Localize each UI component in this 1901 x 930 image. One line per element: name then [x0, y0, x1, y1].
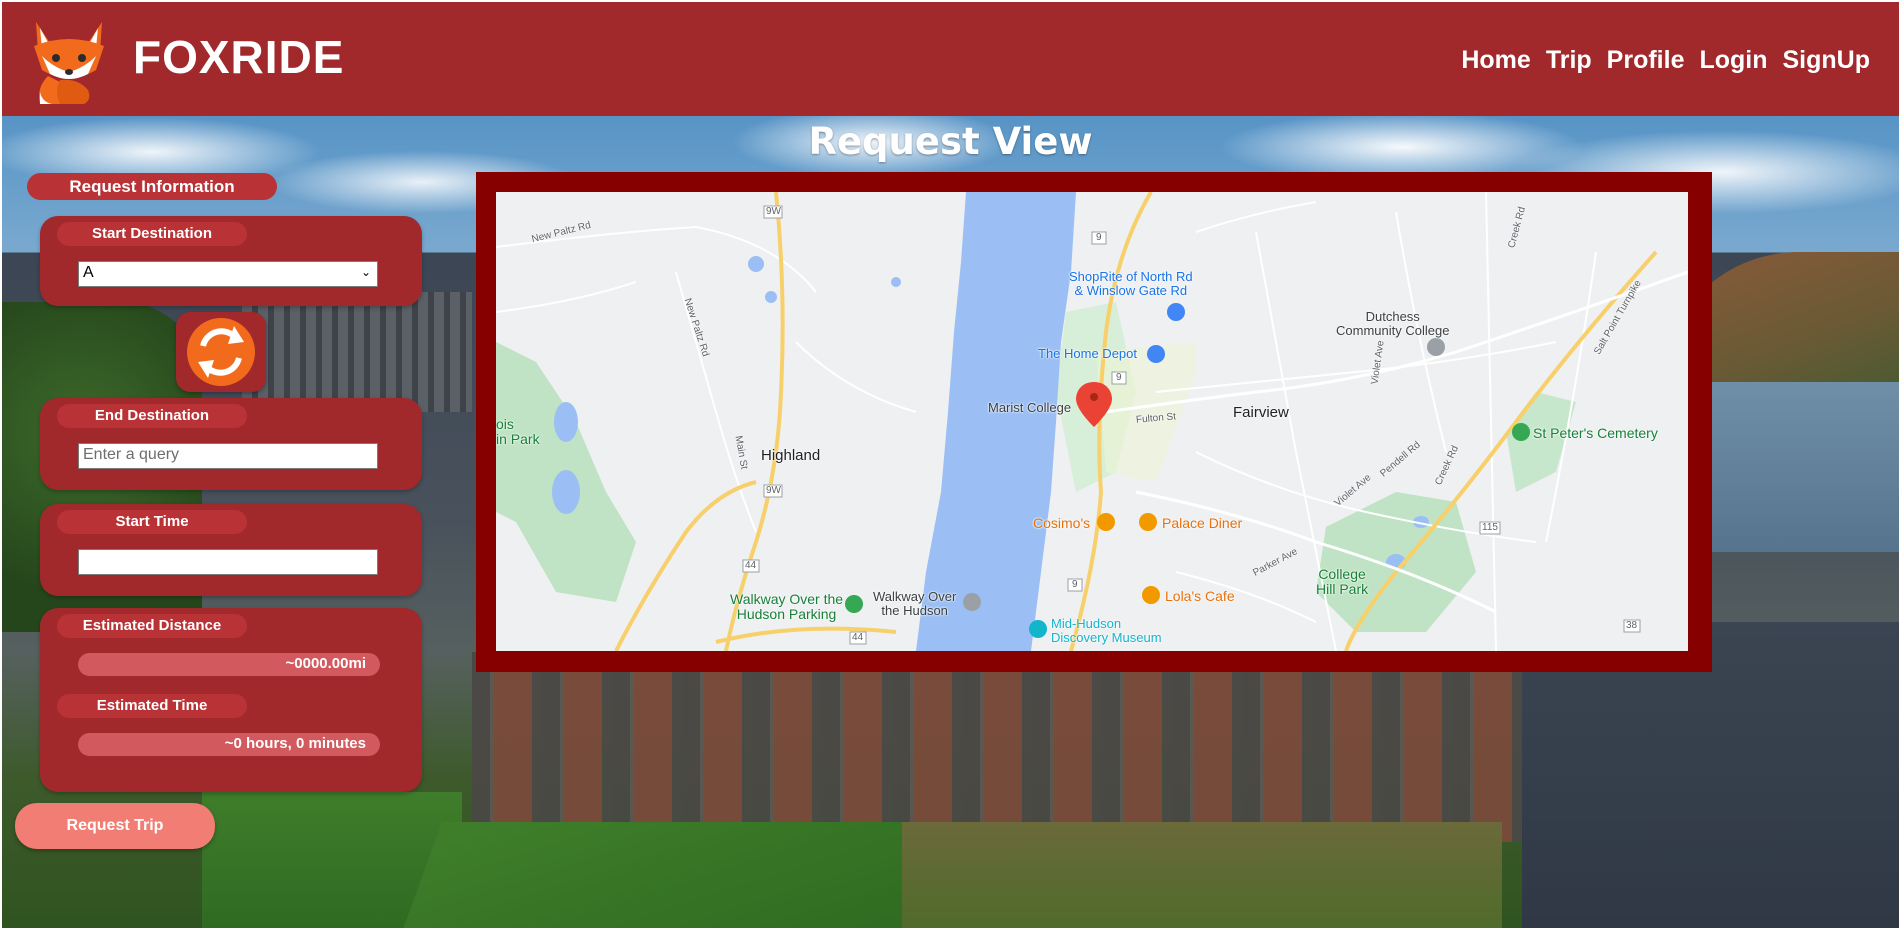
fox-logo-icon[interactable]	[26, 16, 112, 108]
place-park-partial[interactable]: ois in Park	[496, 417, 540, 447]
end-destination-panel: End Destination Enter a query	[40, 398, 422, 490]
background-campus-image: FOXRIDE Home Trip Profile Login SignUp R…	[2, 2, 1899, 928]
estimated-distance-label: Estimated Distance	[57, 614, 247, 638]
map-view[interactable]: 9W 9W 9 9 9 44 44 115 38 New Paltz Rd Ne…	[496, 192, 1688, 651]
estimates-panel: Estimated Distance ~0000.00mi Estimated …	[40, 608, 422, 792]
town-label-highland: Highland	[761, 447, 821, 464]
shield-label: 9W	[766, 485, 781, 496]
place-mid-hudson-discovery-museum[interactable]: Mid-Hudson Discovery Museum	[1051, 617, 1162, 645]
shield-label: 9	[1116, 372, 1122, 383]
nav-home-link[interactable]: Home	[1461, 46, 1530, 75]
estimated-distance-value: ~0000.00mi	[78, 653, 380, 676]
map-frame: 9W 9W 9 9 9 44 44 115 38 New Paltz Rd Ne…	[476, 172, 1712, 672]
shield-label: 44	[852, 632, 864, 643]
background-building	[472, 652, 1622, 842]
shield-label: 38	[1626, 620, 1638, 631]
nav-signup-link[interactable]: SignUp	[1783, 46, 1871, 75]
nav-login-link[interactable]: Login	[1699, 46, 1767, 75]
shield-label: 9	[1096, 232, 1102, 243]
shield-label: 9	[1072, 579, 1078, 590]
place-college-hill-park[interactable]: College Hill Park	[1316, 567, 1368, 597]
map-base-layer	[496, 192, 1688, 651]
place-st-peters-cemetery[interactable]: St Peter's Cemetery	[1533, 425, 1658, 441]
shield-label: 115	[1482, 522, 1498, 533]
start-destination-select[interactable]: A ⌄	[78, 261, 378, 287]
refresh-swap-icon	[187, 318, 255, 386]
start-time-panel: Start Time	[40, 504, 422, 596]
start-destination-panel: Start Destination A ⌄	[40, 216, 422, 306]
start-destination-value: A	[83, 264, 94, 281]
place-cosimos[interactable]: Cosimo's	[1033, 515, 1090, 531]
end-destination-input[interactable]: Enter a query	[78, 443, 378, 469]
place-lolas-cafe[interactable]: Lola's Cafe	[1165, 588, 1235, 604]
place-shoprite[interactable]: ShopRite of North Rd & Winslow Gate Rd	[1069, 270, 1193, 298]
background-building	[242, 292, 472, 412]
shield-label: 44	[745, 560, 757, 571]
start-destination-label: Start Destination	[57, 222, 247, 246]
estimated-time-label: Estimated Time	[57, 694, 247, 718]
town-label-fairview: Fairview	[1233, 404, 1289, 421]
top-navbar: FOXRIDE Home Trip Profile Login SignUp	[2, 2, 1899, 116]
request-trip-button[interactable]: Request Trip	[15, 803, 215, 849]
estimated-time-value: ~0 hours, 0 minutes	[78, 733, 380, 756]
swap-destinations-button[interactable]	[176, 312, 266, 392]
end-destination-label: End Destination	[57, 404, 247, 428]
background-lawn	[902, 822, 1502, 928]
request-info-title: Request Information	[27, 173, 277, 200]
place-marist-college[interactable]: Marist College	[988, 401, 1071, 415]
place-palace-diner[interactable]: Palace Diner	[1162, 515, 1242, 531]
start-time-label: Start Time	[57, 510, 247, 534]
start-time-input[interactable]	[78, 549, 378, 575]
nav-profile-link[interactable]: Profile	[1607, 46, 1685, 75]
page-title: Request View	[808, 120, 1093, 163]
main-nav: Home Trip Profile Login SignUp	[1461, 46, 1870, 75]
background-lawn	[401, 822, 963, 928]
place-home-depot[interactable]: The Home Depot	[1038, 347, 1137, 361]
place-walkway-parking[interactable]: Walkway Over the Hudson Parking	[730, 592, 843, 622]
shield-label: 9W	[766, 206, 781, 217]
nav-trip-link[interactable]: Trip	[1546, 46, 1592, 75]
brand-title[interactable]: FOXRIDE	[133, 30, 344, 84]
place-dutchess-community-college[interactable]: Dutchess Community College	[1336, 310, 1449, 338]
place-walkway-over-hudson[interactable]: Walkway Over the Hudson	[873, 590, 956, 618]
chevron-down-icon: ⌄	[361, 265, 372, 279]
